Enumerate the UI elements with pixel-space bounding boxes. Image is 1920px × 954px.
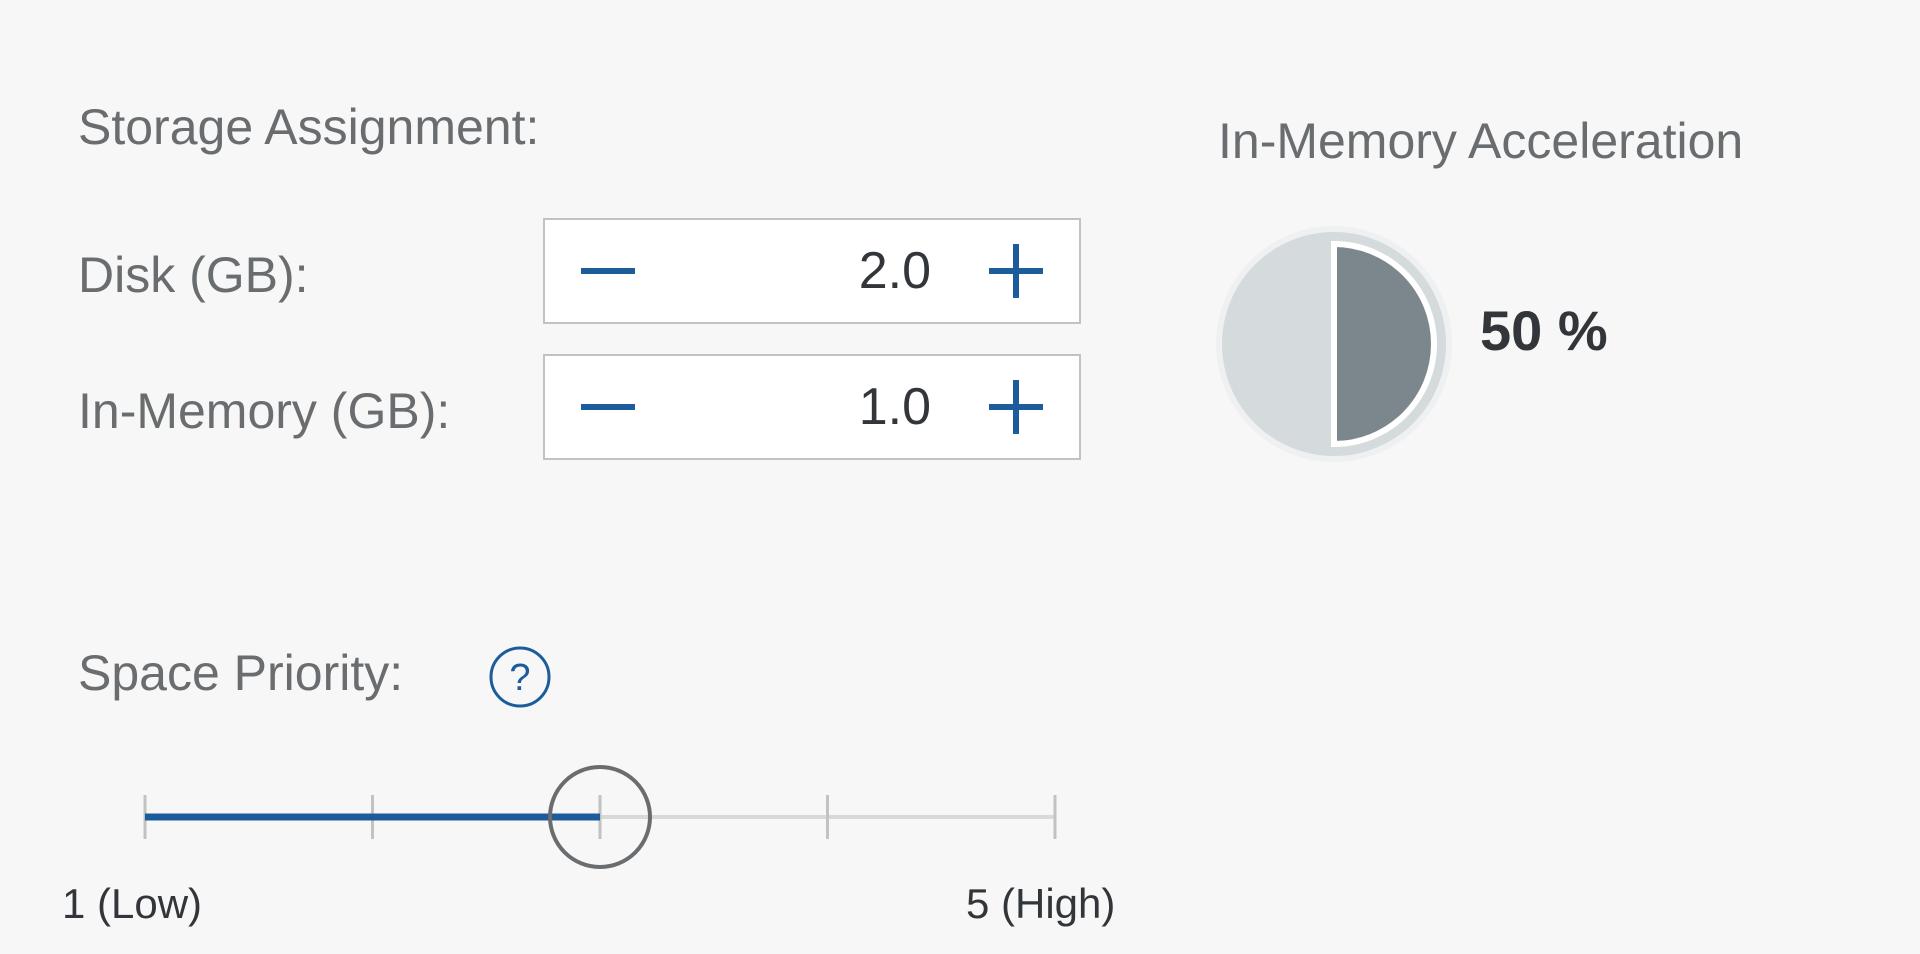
question-circle-icon[interactable]: ? — [487, 644, 553, 710]
space-priority-label: Space Priority: — [78, 645, 404, 701]
minus-icon — [581, 404, 635, 410]
in-memory-acceleration-heading: In-Memory Acceleration — [1218, 113, 1744, 169]
plus-icon — [989, 380, 1043, 434]
acceleration-percent: 50 % — [1480, 299, 1608, 362]
disk-stepper — [543, 218, 1081, 324]
in-memory-increment-button[interactable] — [963, 356, 1069, 458]
disk-increment-button[interactable] — [963, 220, 1069, 322]
space-priority-slider[interactable] — [120, 760, 1080, 880]
minus-icon — [581, 268, 635, 274]
storage-assignment-heading: Storage Assignment: — [78, 99, 540, 155]
disk-decrement-button[interactable] — [555, 220, 661, 322]
in-memory-stepper — [543, 354, 1081, 460]
acceleration-pie-gauge — [1216, 226, 1452, 462]
svg-text:?: ? — [509, 657, 530, 699]
slider-max-label: 5 (High) — [966, 880, 1116, 927]
in-memory-decrement-button[interactable] — [555, 356, 661, 458]
slider-min-label: 1 (Low) — [62, 880, 203, 927]
in-memory-input[interactable] — [691, 356, 931, 458]
disk-input[interactable] — [691, 220, 931, 322]
plus-icon — [989, 244, 1043, 298]
disk-label: Disk (GB): — [78, 247, 309, 303]
storage-settings-panel: Storage Assignment: Disk (GB): In-Memory… — [0, 0, 1920, 954]
in-memory-label: In-Memory (GB): — [78, 383, 451, 439]
